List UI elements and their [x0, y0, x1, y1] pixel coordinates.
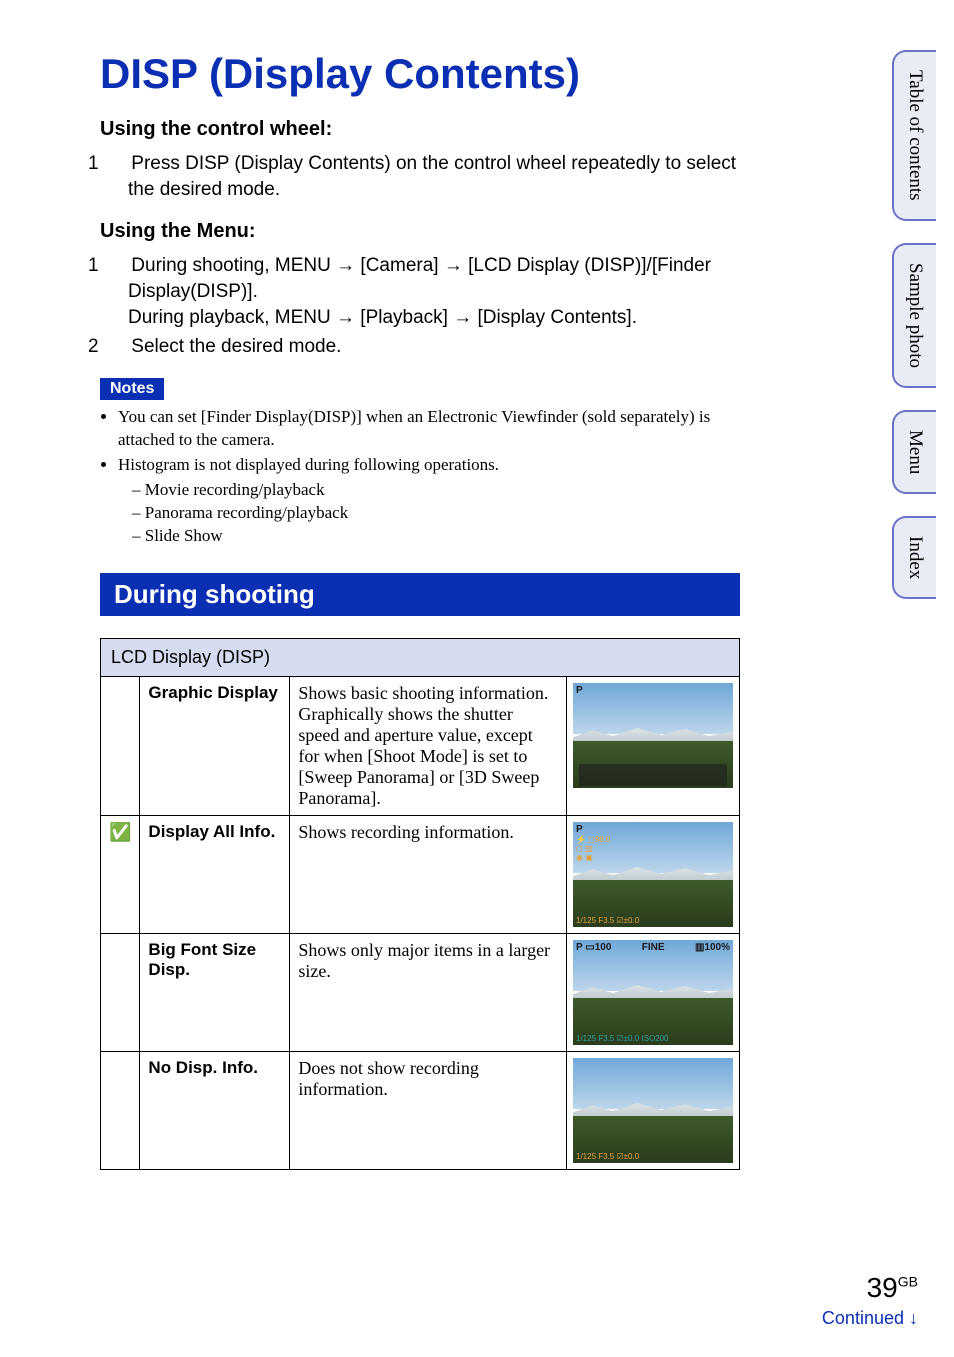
row-thumb: P ⚡ ◻98.0 ◻ ▥ ◉ ▣ 1/125 F3.5 ☑±0.0 — [567, 816, 740, 934]
tab-index[interactable]: Index — [892, 516, 936, 599]
note-item: Histogram is not displayed during follow… — [118, 454, 740, 548]
heading-menu: Using the Menu: — [100, 220, 740, 243]
note-subitem: Panorama recording/playback — [132, 502, 740, 525]
row-desc: Shows basic shooting information. Graphi… — [290, 677, 567, 816]
overlay-bottom: 1/125 F3.5 ☑±0.0 — [576, 916, 730, 925]
row-thumb: P — [567, 677, 740, 816]
side-tabs: Table of contents Sample photo Menu Inde… — [892, 50, 936, 599]
arrow-icon: → — [453, 307, 472, 328]
modes-table: LCD Display (DISP) Graphic Display Shows… — [100, 638, 740, 1170]
page-num-suffix: GB — [898, 1274, 918, 1290]
continued-indicator: Continued ↓ — [822, 1308, 918, 1329]
step-text-part: [Camera] — [355, 255, 444, 276]
overlay-bottom: 1/125 F3.5 ☑±0.0 — [576, 1152, 730, 1161]
preview-big-font: P ▭100 FINE ▥100% 1/125 F3.5 ☑±0.0 ISO20… — [573, 940, 733, 1045]
page-footer: 39GB Continued ↓ — [822, 1272, 918, 1329]
overlay-left-icons: ⚡ ◻98.0 ◻ ▥ ◉ ▣ — [576, 836, 610, 862]
table-row: Graphic Display Shows basic shooting inf… — [101, 677, 740, 816]
step-number: 1 — [108, 253, 126, 279]
step-text-part: [Playback] — [355, 307, 453, 328]
page-title: DISP (Display Contents) — [100, 50, 740, 98]
overlay-mode: P — [576, 685, 583, 696]
row-name: Big Font Size Disp. — [140, 934, 290, 1052]
row-name: No Disp. Info. — [140, 1052, 290, 1170]
step-text: Select the desired mode. — [131, 336, 341, 357]
notes-list: You can set [Finder Display(DISP)] when … — [100, 406, 740, 548]
row-desc: Shows recording information. — [290, 816, 567, 934]
tab-menu[interactable]: Menu — [892, 410, 936, 494]
row-check — [101, 677, 140, 816]
row-name: Display All Info. — [140, 816, 290, 934]
table-row: No Disp. Info. Does not show recording i… — [101, 1052, 740, 1170]
step-number: 1 — [108, 151, 126, 177]
note-subitem: Slide Show — [132, 525, 740, 548]
arrow-icon: → — [336, 307, 355, 328]
row-check — [101, 1052, 140, 1170]
step-text: Press DISP (Display Contents) on the con… — [128, 153, 736, 200]
row-desc: Shows only major items in a larger size. — [290, 934, 567, 1052]
step-control-1: 1 Press DISP (Display Contents) on the c… — [100, 151, 740, 202]
row-check — [101, 934, 140, 1052]
table-header: LCD Display (DISP) — [101, 639, 740, 677]
table-row: ✅ Display All Info. Shows recording info… — [101, 816, 740, 934]
step-text-part: During shooting, MENU — [131, 255, 336, 276]
step-text-part: [Display Contents]. — [472, 307, 637, 328]
overlay-bottom: 1/125 F3.5 ☑±0.0 ISO200 — [576, 1034, 730, 1043]
overlay-left: P ▭100 — [576, 942, 611, 953]
tab-sample-photo[interactable]: Sample photo — [892, 243, 936, 388]
arrow-icon: → — [444, 255, 463, 276]
page-num-value: 39 — [867, 1272, 898, 1303]
row-thumb: 1/125 F3.5 ☑±0.0 — [567, 1052, 740, 1170]
note-text: Histogram is not displayed during follow… — [118, 455, 499, 474]
row-check: ✅ — [101, 816, 140, 934]
row-name: Graphic Display — [140, 677, 290, 816]
page-number: 39GB — [822, 1272, 918, 1304]
preview-graphic-display: P — [573, 683, 733, 788]
overlay-mid: FINE — [642, 942, 665, 953]
step-number: 2 — [108, 334, 126, 360]
graphic-strip — [579, 764, 727, 786]
preview-no-info: 1/125 F3.5 ☑±0.0 — [573, 1058, 733, 1163]
row-desc: Does not show recording information. — [290, 1052, 567, 1170]
step-menu-2: 2 Select the desired mode. — [100, 334, 740, 360]
notes-badge: Notes — [100, 378, 164, 400]
tab-toc[interactable]: Table of contents — [892, 50, 936, 221]
table-row: Big Font Size Disp. Shows only major ite… — [101, 934, 740, 1052]
arrow-icon: → — [336, 255, 355, 276]
overlay-mode: P — [576, 824, 583, 835]
preview-all-info: P ⚡ ◻98.0 ◻ ▥ ◉ ▣ 1/125 F3.5 ☑±0.0 — [573, 822, 733, 927]
overlay-right: ▥100% — [695, 942, 730, 953]
section-bar-shooting: During shooting — [100, 573, 740, 616]
heading-control-wheel: Using the control wheel: — [100, 118, 740, 141]
row-thumb: P ▭100 FINE ▥100% 1/125 F3.5 ☑±0.0 ISO20… — [567, 934, 740, 1052]
step-text-part: During playback, MENU — [128, 307, 336, 328]
step-menu-1: 1 During shooting, MENU → [Camera] → [LC… — [100, 253, 740, 330]
note-subitem: Movie recording/playback — [132, 479, 740, 502]
note-item: You can set [Finder Display(DISP)] when … — [118, 406, 740, 452]
